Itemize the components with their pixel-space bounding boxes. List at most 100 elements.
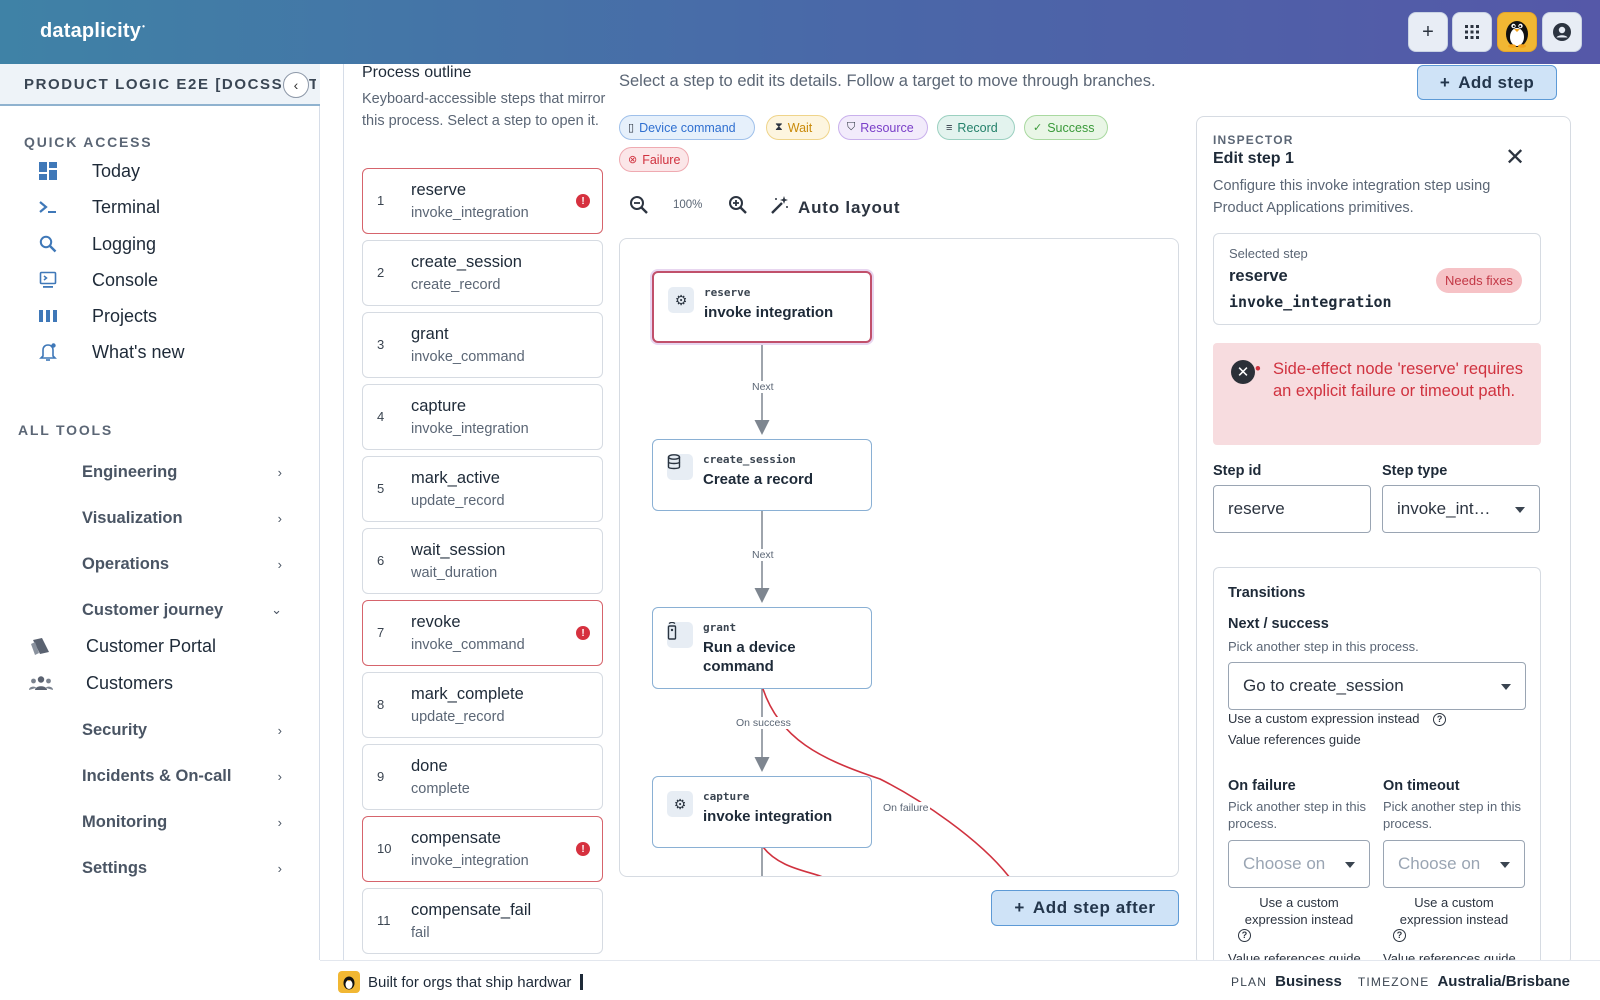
selected-step-name: reserve xyxy=(1229,267,1288,285)
zoom-in-icon[interactable] xyxy=(727,194,749,216)
step-id-input[interactable]: reserve xyxy=(1213,485,1371,533)
step-card-done[interactable]: 9 done complete xyxy=(362,744,603,810)
next-success-select[interactable]: Go to create_session xyxy=(1228,662,1526,710)
step-type-select[interactable]: invoke_int… xyxy=(1382,485,1540,533)
timeout-custom-expression-link[interactable]: Use a custom expression instead xyxy=(1383,894,1525,928)
flow-node-reserve[interactable]: ⚙ reserve invoke integration xyxy=(652,271,872,343)
custom-expression-text: Use a custom expression instead xyxy=(1228,711,1420,726)
step-type: complete xyxy=(411,781,470,797)
step-type: invoke_command xyxy=(411,349,525,365)
custom-expression-link[interactable]: Use a custom expression instead ? xyxy=(1228,710,1447,727)
legend-chip-label: Resource xyxy=(860,120,914,135)
tool-security[interactable]: Security › xyxy=(82,716,282,744)
account-icon[interactable] xyxy=(1542,12,1582,52)
chevron-right-icon: › xyxy=(277,768,282,784)
step-type: invoke_integration xyxy=(411,205,529,221)
tool-customer-journey[interactable]: Customer journey ⌄ xyxy=(82,596,282,624)
flow-node-capture[interactable]: ⚙ capture invoke integration xyxy=(652,776,872,848)
portal-icon xyxy=(28,633,54,659)
inspector-title: Edit step 1 xyxy=(1213,150,1294,167)
help-icon[interactable]: ? xyxy=(1433,713,1447,727)
step-name: done xyxy=(411,757,448,775)
help-icon[interactable]: ? xyxy=(1393,929,1406,943)
sidebar-item-today[interactable]: Today xyxy=(36,156,140,186)
step-name: mark_complete xyxy=(411,685,524,703)
step-card-mark-active[interactable]: 5 mark_active update_record xyxy=(362,456,603,522)
step-card-create-session[interactable]: 2 create_session create_record xyxy=(362,240,603,306)
dashboard-icon xyxy=(36,159,60,183)
step-card-mark-complete[interactable]: 8 mark_complete update_record xyxy=(362,672,603,738)
flow-node-create-session[interactable]: create_session Create a record xyxy=(652,439,872,511)
zoom-out-icon[interactable] xyxy=(628,194,650,216)
add-step-after-button[interactable]: + Add step after xyxy=(991,890,1179,926)
value-references-link[interactable]: Value references guide xyxy=(1228,731,1361,748)
plus-icon[interactable]: + xyxy=(1408,12,1448,52)
apps-grid-icon[interactable] xyxy=(1452,12,1492,52)
sidebar-item-projects[interactable]: Projects xyxy=(36,301,157,331)
flow-canvas[interactable]: Next Next On success On failure ⚙ reserv… xyxy=(619,238,1179,877)
bell-icon xyxy=(36,340,60,364)
sidebar-item-customer-portal[interactable]: Customer Portal xyxy=(28,631,216,661)
on-timeout-help: Pick another step in this process. xyxy=(1383,799,1522,831)
step-card-compensate-fail[interactable]: 11 compensate_fail fail xyxy=(362,888,603,954)
auto-layout-label: Auto layout xyxy=(798,197,901,217)
close-icon[interactable]: ✕ xyxy=(1505,143,1525,172)
sidebar-item-console[interactable]: Console xyxy=(36,265,158,295)
node-id: capture xyxy=(703,790,750,803)
node-id: grant xyxy=(703,621,737,634)
avatar-penguin-icon[interactable] xyxy=(1497,12,1537,52)
help-icon[interactable]: ? xyxy=(1238,929,1251,943)
step-name: create_session xyxy=(411,253,522,271)
on-timeout-select[interactable]: Choose on xyxy=(1383,840,1525,888)
step-card-grant[interactable]: 3 grant invoke_command xyxy=(362,312,603,378)
step-card-reserve[interactable]: 1 reserve invoke_integration! xyxy=(362,168,603,234)
tool-operations[interactable]: Operations › xyxy=(82,550,282,578)
sidebar-item-logging[interactable]: Logging xyxy=(36,229,156,259)
chevron-right-icon: › xyxy=(277,814,282,830)
shield-icon: ⛉ xyxy=(847,121,856,133)
step-card-capture[interactable]: 4 capture invoke_integration xyxy=(362,384,603,450)
sidebar-item-label: Terminal xyxy=(92,196,161,217)
inspector-eyebrow: INSPECTOR xyxy=(1213,133,1294,147)
chevron-right-icon: › xyxy=(277,464,282,480)
error-icon: ! xyxy=(576,842,590,856)
footer-meta: PLAN Business TIMEZONE Australia/Brisban… xyxy=(1231,973,1570,990)
org-name: PRODUCT LOGIC E2E [DOCSSHOTS] xyxy=(24,76,316,93)
editor-hint: Select a step to edit its details. Follo… xyxy=(619,72,1156,90)
selected-step-label: Selected step xyxy=(1229,246,1308,261)
step-card-wait-session[interactable]: 6 wait_session wait_duration xyxy=(362,528,603,594)
sidebar-item-whats-new[interactable]: What's new xyxy=(36,337,184,367)
error-circle-icon: ✕ xyxy=(1231,360,1255,384)
sidebar-item-terminal[interactable]: Terminal xyxy=(36,192,160,222)
tool-incidents[interactable]: Incidents & On-call › xyxy=(82,762,282,790)
tool-engineering[interactable]: Engineering › xyxy=(82,458,282,486)
tool-monitoring[interactable]: Monitoring › xyxy=(82,808,282,836)
auto-layout-button[interactable]: Auto layout xyxy=(770,195,900,220)
hourglass-icon: ⧗ xyxy=(775,121,783,133)
tool-visualization[interactable]: Visualization › xyxy=(82,504,282,532)
users-icon xyxy=(28,670,54,696)
step-card-revoke[interactable]: 7 revoke invoke_command! xyxy=(362,600,603,666)
tool-label: Security xyxy=(82,720,148,739)
error-icon: ! xyxy=(576,194,590,208)
sidebar-item-customers[interactable]: Customers xyxy=(28,668,173,698)
collapse-sidebar-button[interactable]: ‹ xyxy=(283,72,309,98)
step-number: 5 xyxy=(377,481,385,496)
device-icon xyxy=(667,622,693,648)
tool-settings[interactable]: Settings › xyxy=(82,854,282,882)
add-step-button[interactable]: + Add step xyxy=(1417,65,1557,100)
database-icon: ≡ xyxy=(946,121,953,134)
edge-failure-2 xyxy=(762,846,823,876)
brand-logo[interactable]: dataplicity• xyxy=(40,20,145,43)
step-type-label: Step type xyxy=(1382,463,1448,479)
step-card-compensate[interactable]: 10 compensate invoke_integration! xyxy=(362,816,603,882)
projects-icon xyxy=(36,304,60,328)
legend-chip-record: ≡ Record xyxy=(937,115,1015,140)
org-switcher[interactable]: PRODUCT LOGIC E2E [DOCSSHOTS] ‹ xyxy=(0,64,320,106)
legend-chip-label: Record xyxy=(957,120,998,135)
on-failure-select[interactable]: Choose on xyxy=(1228,840,1370,888)
flow-node-grant[interactable]: grant Run a device command xyxy=(652,607,872,689)
failure-custom-expression-link[interactable]: Use a custom expression instead xyxy=(1228,894,1370,928)
edge-label-next: Next xyxy=(751,549,775,561)
footer: Built for orgs that ship hardwar PLAN Bu… xyxy=(320,960,1600,1000)
